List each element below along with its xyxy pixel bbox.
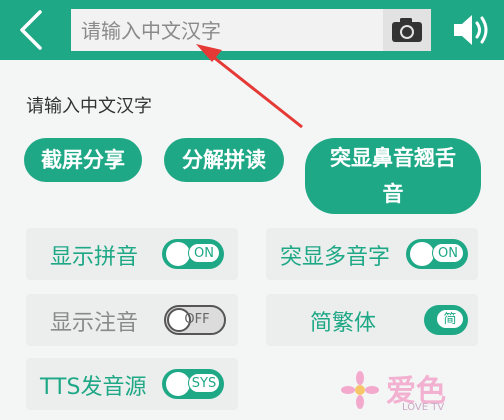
top-bar (0, 0, 504, 60)
toggle-state: SYS (188, 373, 220, 393)
watermark-subtext: LOVE TV (402, 402, 445, 413)
screenshot-share-button[interactable]: 截屏分享 (24, 138, 142, 182)
show-pinyin-toggle[interactable]: ON (162, 239, 224, 269)
toggle-state: OFF (184, 312, 210, 327)
setting-tts-source: TTS发音源 SYS (26, 358, 238, 410)
hint-text: 请输入中文汉字 (26, 96, 152, 117)
watermark: 爱色 LOVE TV (340, 366, 490, 416)
camera-button[interactable] (383, 9, 431, 51)
camera-icon (392, 18, 422, 42)
split-pinyin-button[interactable]: 分解拼读 (164, 138, 284, 182)
highlight-button-line1: 突显鼻音翘舌 (330, 146, 456, 170)
back-button[interactable] (14, 8, 48, 52)
setting-label: 突显多音字 (280, 245, 391, 270)
simplified-traditional-toggle[interactable]: 简 (424, 305, 468, 335)
setting-label: 显示拼音 (50, 245, 139, 270)
toggle-state: ON (432, 243, 464, 263)
speaker-icon (454, 15, 488, 45)
back-chevron-icon (20, 10, 42, 50)
setting-highlight-polyphone: 突显多音字 ON (266, 228, 478, 280)
setting-label: 显示注音 (50, 311, 139, 336)
flower-logo-icon (341, 371, 379, 409)
tts-source-toggle[interactable]: SYS (162, 369, 224, 399)
setting-simplified-traditional: 简繁体 简 (266, 294, 478, 346)
toggle-knob (410, 242, 434, 266)
show-zhuyin-toggle[interactable]: OFF (164, 305, 226, 335)
toggle-state: ON (188, 243, 220, 263)
toggle-state: 简 (436, 309, 464, 329)
search-box (71, 9, 431, 53)
search-input[interactable] (71, 9, 393, 53)
toggle-knob (166, 242, 190, 266)
highlight-polyphone-toggle[interactable]: ON (406, 239, 468, 269)
setting-label: 简繁体 (310, 311, 377, 336)
setting-show-pinyin: 显示拼音 ON (26, 228, 238, 280)
toggle-knob (166, 372, 190, 396)
setting-label: TTS发音源 (40, 375, 147, 400)
setting-show-zhuyin: 显示注音 OFF (26, 294, 238, 346)
highlight-nasal-retroflex-button[interactable]: 突显鼻音翘舌 音 (305, 138, 481, 214)
highlight-button-line2: 音 (382, 182, 404, 206)
speaker-button[interactable] (452, 12, 492, 48)
